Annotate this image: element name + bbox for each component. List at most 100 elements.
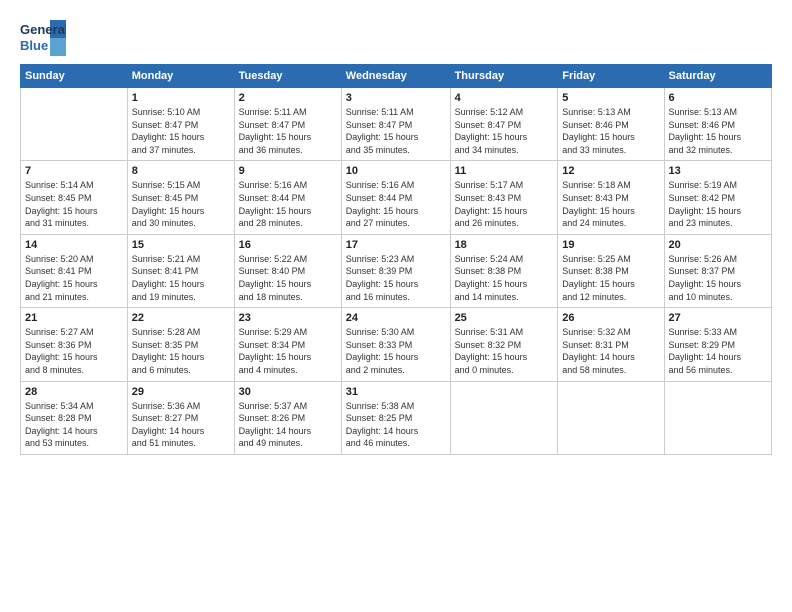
day-info: Sunrise: 5:30 AM Sunset: 8:33 PM Dayligh… <box>346 326 446 376</box>
day-info: Sunrise: 5:17 AM Sunset: 8:43 PM Dayligh… <box>455 179 554 229</box>
calendar-cell: 13 Sunrise: 5:19 AM Sunset: 8:42 PM Dayli… <box>664 161 771 234</box>
calendar-cell: 22 Sunrise: 5:28 AM Sunset: 8:35 PM Dayli… <box>127 308 234 381</box>
calendar-cell: 25Sunrise: 5:31 AM Sunset: 8:32 PM Dayli… <box>450 308 558 381</box>
calendar-cell: 18Sunrise: 5:24 AM Sunset: 8:38 PM Dayli… <box>450 234 558 307</box>
day-header-thursday: Thursday <box>450 65 558 88</box>
calendar-cell: 3 Sunrise: 5:11 AM Sunset: 8:47 PM Daylig… <box>341 88 450 161</box>
day-number: 22 <box>132 312 230 324</box>
day-info: Sunrise: 5:28 AM Sunset: 8:35 PM Dayligh… <box>132 326 230 376</box>
day-info: Sunrise: 5:25 AM Sunset: 8:38 PM Dayligh… <box>562 253 659 303</box>
calendar-cell <box>21 88 128 161</box>
calendar-cell: 12 Sunrise: 5:18 AM Sunset: 8:43 PM Dayli… <box>558 161 664 234</box>
header: GeneralBlue <box>20 16 772 56</box>
week-row-3: 14Sunrise: 5:20 AM Sunset: 8:41 PM Dayli… <box>21 234 772 307</box>
calendar-cell: 6Sunrise: 5:13 AM Sunset: 8:46 PM Daylig… <box>664 88 771 161</box>
day-number: 14 <box>25 239 123 251</box>
day-info: Sunrise: 5:32 AM Sunset: 8:31 PM Dayligh… <box>562 326 659 376</box>
page: GeneralBlue SundayMondayTuesdayWednesday… <box>0 0 792 612</box>
calendar-header: SundayMondayTuesdayWednesdayThursdayFrid… <box>21 65 772 88</box>
calendar-cell: 29Sunrise: 5:36 AM Sunset: 8:27 PM Dayli… <box>127 381 234 454</box>
day-number: 27 <box>669 312 767 324</box>
calendar-cell: 10Sunrise: 5:16 AM Sunset: 8:44 PM Dayli… <box>341 161 450 234</box>
day-info: Sunrise: 5:16 AM Sunset: 8:44 PM Dayligh… <box>239 179 337 229</box>
day-number: 20 <box>669 239 767 251</box>
calendar-cell: 7 Sunrise: 5:14 AM Sunset: 8:45 PM Daylig… <box>21 161 128 234</box>
calendar-cell: 21 Sunrise: 5:27 AM Sunset: 8:36 PM Dayli… <box>21 308 128 381</box>
day-number: 30 <box>239 386 337 398</box>
day-info: Sunrise: 5:14 AM Sunset: 8:45 PM Dayligh… <box>25 179 123 229</box>
calendar-cell: 15Sunrise: 5:21 AM Sunset: 8:41 PM Dayli… <box>127 234 234 307</box>
calendar-cell: 24Sunrise: 5:30 AM Sunset: 8:33 PM Dayli… <box>341 308 450 381</box>
day-info: Sunrise: 5:33 AM Sunset: 8:29 PM Dayligh… <box>669 326 767 376</box>
calendar-cell <box>558 381 664 454</box>
day-info: Sunrise: 5:22 AM Sunset: 8:40 PM Dayligh… <box>239 253 337 303</box>
day-info: Sunrise: 5:15 AM Sunset: 8:45 PM Dayligh… <box>132 179 230 229</box>
day-info: Sunrise: 5:31 AM Sunset: 8:32 PM Dayligh… <box>455 326 554 376</box>
calendar-cell: 11 Sunrise: 5:17 AM Sunset: 8:43 PM Dayli… <box>450 161 558 234</box>
week-row-5: 28 Sunrise: 5:34 AM Sunset: 8:28 PM Dayli… <box>21 381 772 454</box>
day-number: 12 <box>562 165 659 177</box>
day-info: Sunrise: 5:37 AM Sunset: 8:26 PM Dayligh… <box>239 400 337 450</box>
svg-text:General: General <box>20 22 66 37</box>
day-number: 5 <box>562 92 659 104</box>
day-info: Sunrise: 5:11 AM Sunset: 8:47 PM Dayligh… <box>239 106 337 156</box>
calendar-cell: 1 Sunrise: 5:10 AM Sunset: 8:47 PM Daylig… <box>127 88 234 161</box>
day-info: Sunrise: 5:13 AM Sunset: 8:46 PM Dayligh… <box>669 106 767 156</box>
day-number: 15 <box>132 239 230 251</box>
day-info: Sunrise: 5:19 AM Sunset: 8:42 PM Dayligh… <box>669 179 767 229</box>
day-number: 19 <box>562 239 659 251</box>
calendar-cell <box>450 381 558 454</box>
day-info: Sunrise: 5:10 AM Sunset: 8:47 PM Dayligh… <box>132 106 230 156</box>
day-info: Sunrise: 5:23 AM Sunset: 8:39 PM Dayligh… <box>346 253 446 303</box>
header-row: SundayMondayTuesdayWednesdayThursdayFrid… <box>21 65 772 88</box>
calendar-cell: 17 Sunrise: 5:23 AM Sunset: 8:39 PM Dayli… <box>341 234 450 307</box>
calendar-cell: 8 Sunrise: 5:15 AM Sunset: 8:45 PM Daylig… <box>127 161 234 234</box>
day-number: 3 <box>346 92 446 104</box>
day-number: 31 <box>346 386 446 398</box>
day-number: 9 <box>239 165 337 177</box>
day-info: Sunrise: 5:34 AM Sunset: 8:28 PM Dayligh… <box>25 400 123 450</box>
week-row-1: 1 Sunrise: 5:10 AM Sunset: 8:47 PM Daylig… <box>21 88 772 161</box>
calendar-cell: 23 Sunrise: 5:29 AM Sunset: 8:34 PM Dayli… <box>234 308 341 381</box>
calendar-cell: 31Sunrise: 5:38 AM Sunset: 8:25 PM Dayli… <box>341 381 450 454</box>
day-number: 17 <box>346 239 446 251</box>
day-number: 16 <box>239 239 337 251</box>
day-number: 28 <box>25 386 123 398</box>
day-number: 1 <box>132 92 230 104</box>
day-info: Sunrise: 5:27 AM Sunset: 8:36 PM Dayligh… <box>25 326 123 376</box>
day-number: 2 <box>239 92 337 104</box>
calendar-cell <box>664 381 771 454</box>
calendar-body: 1 Sunrise: 5:10 AM Sunset: 8:47 PM Daylig… <box>21 88 772 455</box>
calendar-cell: 4 Sunrise: 5:12 AM Sunset: 8:47 PM Daylig… <box>450 88 558 161</box>
day-number: 21 <box>25 312 123 324</box>
day-info: Sunrise: 5:29 AM Sunset: 8:34 PM Dayligh… <box>239 326 337 376</box>
calendar-cell: 5 Sunrise: 5:13 AM Sunset: 8:46 PM Daylig… <box>558 88 664 161</box>
calendar-cell: 16 Sunrise: 5:22 AM Sunset: 8:40 PM Dayli… <box>234 234 341 307</box>
day-info: Sunrise: 5:12 AM Sunset: 8:47 PM Dayligh… <box>455 106 554 156</box>
day-number: 4 <box>455 92 554 104</box>
day-header-saturday: Saturday <box>664 65 771 88</box>
day-info: Sunrise: 5:18 AM Sunset: 8:43 PM Dayligh… <box>562 179 659 229</box>
week-row-2: 7 Sunrise: 5:14 AM Sunset: 8:45 PM Daylig… <box>21 161 772 234</box>
day-number: 13 <box>669 165 767 177</box>
day-number: 26 <box>562 312 659 324</box>
day-header-tuesday: Tuesday <box>234 65 341 88</box>
calendar-cell: 26 Sunrise: 5:32 AM Sunset: 8:31 PM Dayli… <box>558 308 664 381</box>
calendar-cell: 2 Sunrise: 5:11 AM Sunset: 8:47 PM Daylig… <box>234 88 341 161</box>
day-header-monday: Monday <box>127 65 234 88</box>
day-info: Sunrise: 5:24 AM Sunset: 8:38 PM Dayligh… <box>455 253 554 303</box>
day-number: 23 <box>239 312 337 324</box>
logo: GeneralBlue <box>20 20 66 56</box>
logo-svg: GeneralBlue <box>20 20 66 56</box>
day-number: 29 <box>132 386 230 398</box>
day-number: 11 <box>455 165 554 177</box>
week-row-4: 21 Sunrise: 5:27 AM Sunset: 8:36 PM Dayli… <box>21 308 772 381</box>
day-number: 8 <box>132 165 230 177</box>
day-number: 7 <box>25 165 123 177</box>
day-header-friday: Friday <box>558 65 664 88</box>
day-info: Sunrise: 5:13 AM Sunset: 8:46 PM Dayligh… <box>562 106 659 156</box>
calendar-cell: 14Sunrise: 5:20 AM Sunset: 8:41 PM Dayli… <box>21 234 128 307</box>
calendar-cell: 27 Sunrise: 5:33 AM Sunset: 8:29 PM Dayli… <box>664 308 771 381</box>
day-info: Sunrise: 5:11 AM Sunset: 8:47 PM Dayligh… <box>346 106 446 156</box>
calendar-cell: 28 Sunrise: 5:34 AM Sunset: 8:28 PM Dayli… <box>21 381 128 454</box>
